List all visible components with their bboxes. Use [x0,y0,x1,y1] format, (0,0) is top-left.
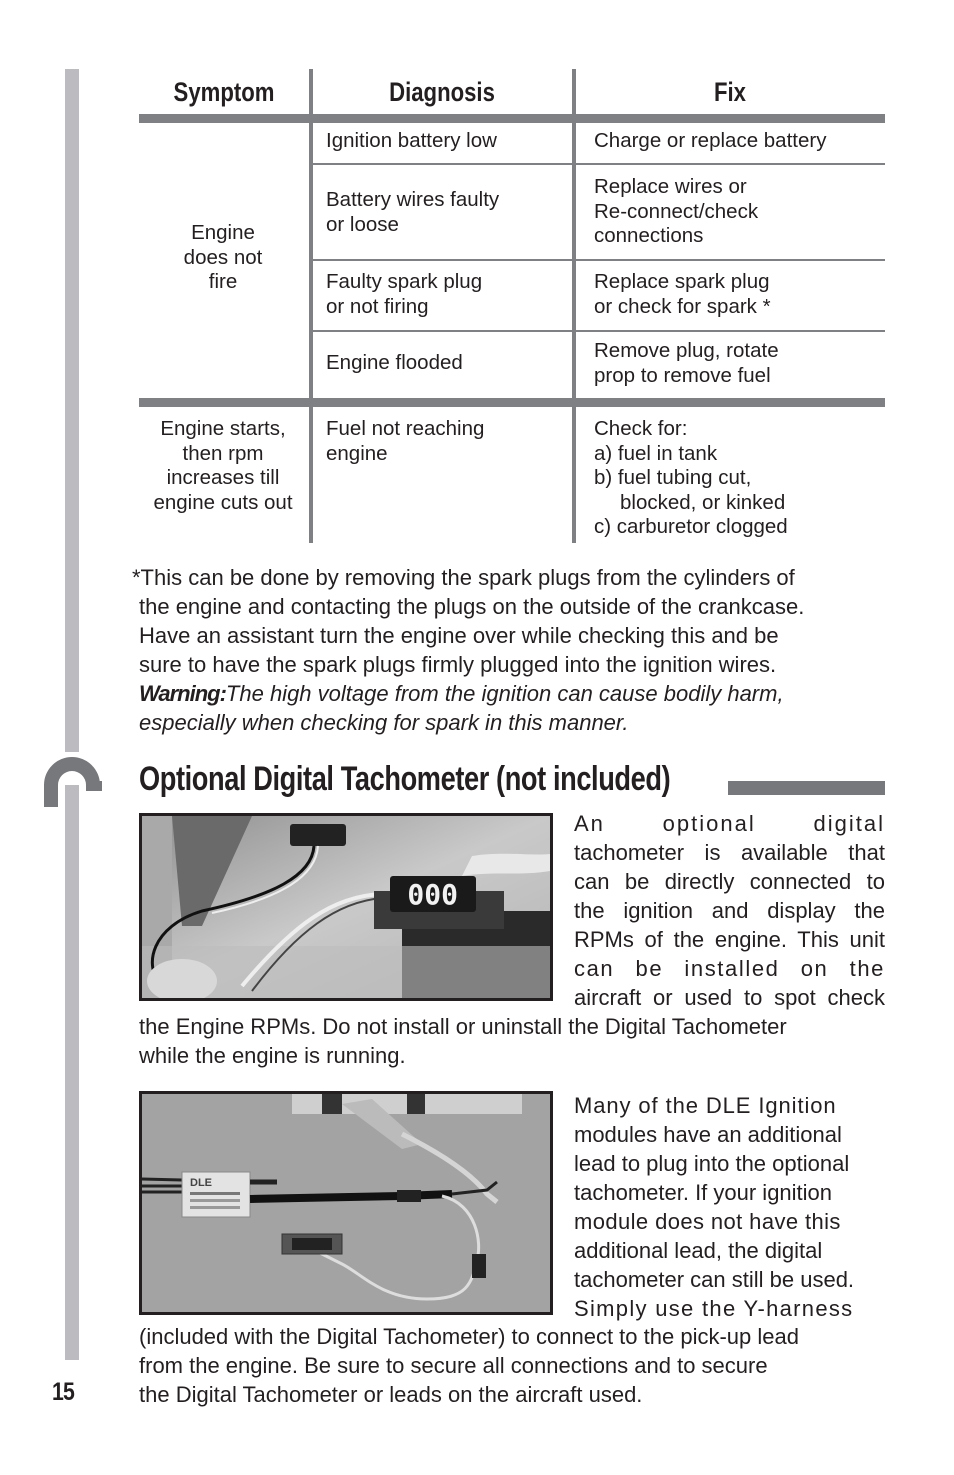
diagnosis-cell: Battery wires faulty or loose [326,188,499,237]
symptom-line: engine cuts out [153,490,293,514]
warning-text: especially when checking for spark in th… [139,710,629,735]
paragraph-line: aircraft or used to spot check [574,985,885,1010]
symptom-line: then rpm [182,441,264,465]
section-marker-icon [44,757,102,815]
side-bar-decoration [65,795,79,1360]
diagnosis-cell: Ignition battery low [326,129,497,154]
diagnosis-line: Ignition battery low [326,129,497,152]
warning-label: Warning: [139,681,227,706]
fix-line: Check for: [594,417,688,440]
ignition-module-photo: DLE [139,1091,553,1315]
fix-line: b) fuel tubing cut, [594,466,752,489]
symptom-cell: Engine starts, then rpm increases till e… [139,417,307,515]
symptom-line: does not [183,245,263,269]
diagnosis-line: engine [326,441,388,465]
ignition-module-photo-illustration: DLE [142,1094,550,1312]
fix-line: or check for spark * [594,294,771,318]
fix-cell: Check for: a) fuel in tank b) fuel tubin… [594,417,788,540]
paragraph-line: tachometer is available that [574,840,885,865]
symptom-line: fire [208,270,238,293]
fix-line: Remove plug, rotate [594,339,779,362]
paragraph-line: Many of the DLE Ignition [574,1093,837,1118]
footnote-line: Have an assistant turn the engine over w… [139,623,779,648]
paragraph-line: RPMs of the engine. This unit [574,927,885,952]
paragraph-line: can be directly connected to [574,869,885,894]
tachometer-description-continued: the Engine RPMs. Do not install or unins… [139,1012,889,1070]
tachometer-description: An optional digital tachometer is availa… [574,809,885,1012]
header-rule [139,114,885,123]
column-divider [572,69,576,543]
symptom-line: Engine [191,221,255,244]
fix-line: Replace wires or [594,175,747,198]
footnote-line: *This can be done by removing the spark … [132,565,795,590]
ignition-lead-description-continued: (included with the Digital Tachometer) t… [139,1322,889,1409]
paragraph-line: the Digital Tachometer or leads on the a… [139,1382,643,1407]
diagnosis-cell: Fuel not reaching engine [326,417,484,466]
paragraph-line: lead to plug into the optional [574,1151,850,1176]
paragraph-line: modules have an additional [574,1122,842,1147]
row-divider [311,259,885,261]
symptom-cell: Engine does not fire [139,221,307,295]
tachometer-photo-illustration: 000 [142,816,550,998]
paragraph-line: from the engine. Be sure to secure all c… [139,1353,768,1378]
header-fix: Fix [713,76,746,107]
fix-line: a) fuel in tank [594,441,718,465]
group-rule [139,398,885,407]
paragraph-line: can be installed on the [574,956,885,981]
paragraph-line: additional lead, the digital [574,1238,823,1263]
fix-line: Charge or replace battery [594,129,827,152]
diagnosis-line: or loose [326,212,399,236]
fix-cell: Replace wires or Re-connect/check connec… [594,175,758,249]
diagnosis-line: Faulty spark plug [326,270,483,293]
table-header-row: Symptom Diagnosis Fix [139,69,885,115]
fix-cell: Replace spark plug or check for spark * [594,270,771,319]
diagnosis-cell: Faulty spark plug or not firing [326,270,482,319]
footnote-line: the engine and contacting the plugs on t… [139,594,805,619]
row-divider [311,163,885,165]
diagnosis-line: Fuel not reaching [326,417,485,440]
section-title: Optional Digital Tachometer (not include… [139,760,671,798]
diagnosis-line: or not firing [326,294,429,318]
page-number: 15 [52,1378,75,1406]
paragraph-line: Simply use the Y-harness [574,1296,854,1321]
side-bar-decoration [65,69,79,752]
troubleshooting-table: Symptom Diagnosis Fix Engine does not fi… [139,69,885,543]
paragraph-line: tachometer. If your ignition [574,1180,833,1205]
paragraph-line: the ignition and display the [574,898,885,923]
paragraph-line: module does not have this [574,1209,841,1234]
dle-logo: DLE [190,1177,212,1189]
fix-line: Replace spark plug [594,270,770,293]
diagnosis-cell: Engine flooded [326,351,463,376]
diagnosis-line: Battery wires faulty [326,188,500,211]
ignition-lead-description: Many of the DLE Ignition modules have an… [574,1091,888,1323]
sensor-icon [290,824,346,846]
title-rule [728,781,885,795]
fix-line: Re-connect/check [594,199,759,223]
symptom-line: increases till [166,466,280,489]
paragraph-line: while the engine is running. [139,1043,406,1068]
header-diagnosis: Diagnosis [389,76,495,107]
display-reading: 000 [407,878,458,911]
fix-line: prop to remove fuel [594,363,771,387]
footnote-line: sure to have the spark plugs firmly plug… [139,652,777,677]
row-divider [311,330,885,332]
symptom-line: Engine starts, [160,417,286,440]
paragraph-line: tachometer can still be used. [574,1267,855,1292]
paragraph-line: (included with the Digital Tachometer) t… [139,1324,799,1349]
paragraph-line: the Engine RPMs. Do not install or unins… [139,1014,787,1039]
fix-line: c) carburetor clogged [594,515,788,538]
fix-cell: Charge or replace battery [594,129,826,154]
fix-line: blocked, or kinked [620,490,786,514]
fix-cell: Remove plug, rotate prop to remove fuel [594,339,779,388]
footnote: *This can be done by removing the spark … [132,563,892,737]
header-symptom: Symptom [173,76,275,107]
column-divider [309,69,313,543]
fix-line: connections [594,224,704,247]
diagnosis-line: Engine flooded [326,351,463,374]
warning-line: Warning:The high voltage from the igniti… [132,679,892,708]
paragraph-line: An optional digital [574,811,885,836]
tachometer-photo: 000 [139,813,553,1001]
warning-text: The high voltage from the ignition can c… [225,681,784,706]
